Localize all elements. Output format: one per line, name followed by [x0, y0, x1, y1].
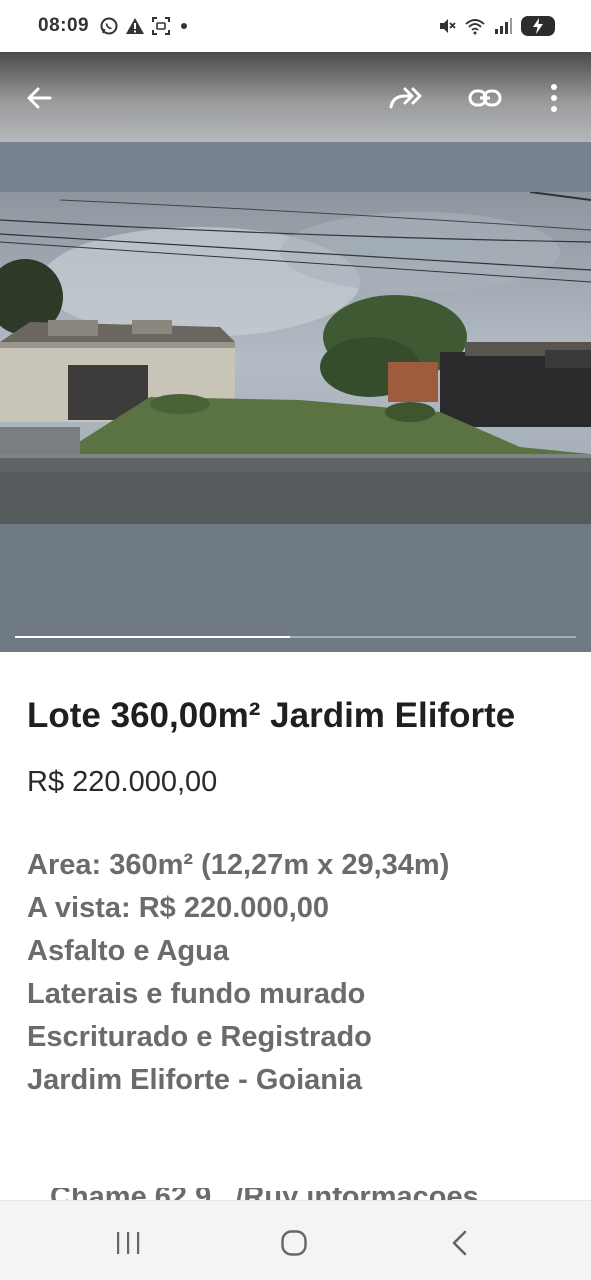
recents-button[interactable]: [108, 1223, 148, 1263]
description-line: Asfalto e Agua: [27, 935, 229, 967]
photo-gallery[interactable]: [0, 52, 591, 652]
mute-icon: [440, 19, 456, 33]
battery-charging-icon: [521, 16, 555, 36]
share-icon: [389, 87, 422, 109]
gallery-band: [0, 142, 591, 192]
description-line: A vista: R$ 220.000,00: [27, 892, 330, 924]
status-left-icons: [99, 16, 188, 36]
listing-details: Lote 360,00m² Jardim Eliforte R$ 220.000…: [27, 692, 567, 1102]
system-nav-bar: [0, 1200, 591, 1280]
more-options-button[interactable]: [532, 76, 576, 120]
listing-title: Lote 360,00m² Jardim Eliforte: [27, 696, 516, 735]
listing-description: Area: 360m² (12,27m x 29,34m) A vista: R…: [27, 844, 567, 1102]
lot-photo[interactable]: [0, 192, 591, 524]
description-line: Escriturado e Registrado: [27, 1021, 372, 1053]
warning-icon: [126, 18, 145, 34]
status-time: 08:09: [38, 15, 90, 36]
home-icon: [281, 1230, 307, 1256]
status-bar: 08:09: [0, 0, 591, 52]
status-right-icons: [437, 16, 555, 36]
description-line: Area: 360m² (12,27m x 29,34m): [27, 849, 450, 881]
notification-dot-icon: [181, 23, 188, 29]
signal-icon: [495, 18, 512, 34]
nav-back-icon: [452, 1230, 467, 1256]
share-button[interactable]: [384, 76, 428, 120]
description-line: Jardim Eliforte - Goiania: [27, 1064, 363, 1096]
toolbar: [0, 52, 591, 142]
listing-price: R$ 220.000,00: [27, 766, 218, 798]
nav-back-button[interactable]: [440, 1223, 480, 1263]
gallery-bottom: [0, 524, 591, 652]
recents-icon: [117, 1232, 140, 1254]
wifi-icon: [465, 19, 485, 35]
link-icon: [468, 89, 502, 107]
more-vertical-icon: [551, 84, 557, 112]
home-button[interactable]: [274, 1223, 314, 1263]
gallery-progress: [15, 636, 576, 638]
gallery-progress-fill: [15, 636, 290, 638]
arrow-left-icon: [27, 87, 52, 109]
copy-link-button[interactable]: [463, 76, 507, 120]
screenshot-icon: [152, 17, 171, 35]
whatsapp-icon: [100, 17, 118, 35]
description-line: Laterais e fundo murado: [27, 978, 366, 1010]
back-button[interactable]: [17, 76, 61, 120]
